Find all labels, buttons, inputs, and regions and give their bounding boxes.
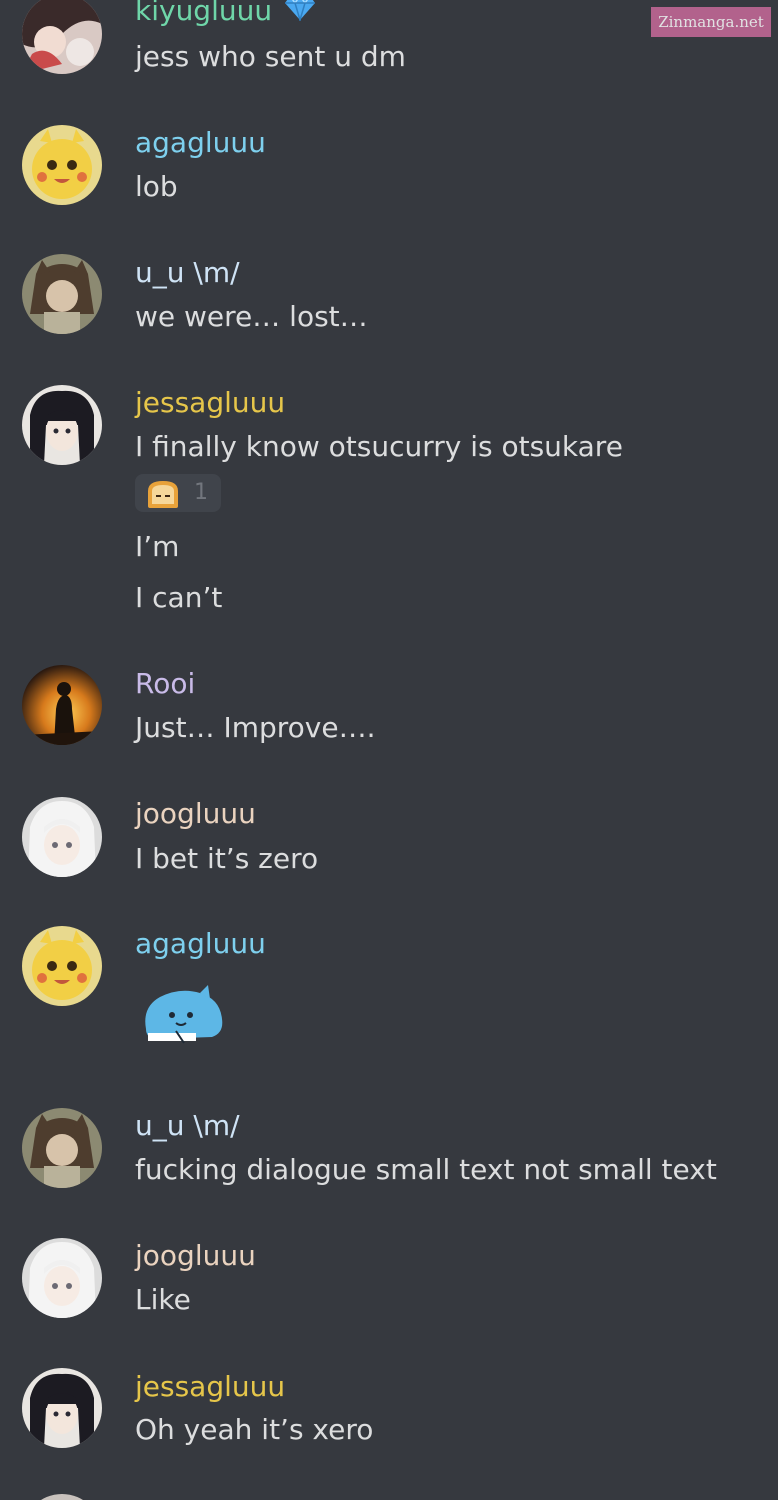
username[interactable]: u_u \m/ [135,1109,240,1143]
avatar[interactable] [22,1494,102,1500]
username[interactable]: jessagluuu [135,1370,285,1404]
avatar[interactable] [22,1238,102,1318]
avatar[interactable] [22,797,102,877]
reaction-count: 1 [194,480,208,505]
message-text: we were… lost… [135,300,368,333]
username[interactable]: Rooi [135,667,195,701]
watermark: Zinmanga.net [651,7,771,37]
username[interactable]: joogluuu [135,797,256,831]
avatar[interactable] [22,665,102,745]
avatar[interactable] [22,1368,102,1448]
blue-creature-sticker[interactable] [140,985,226,1051]
message-text: I can’t [135,581,223,614]
avatar[interactable] [22,254,102,334]
avatar[interactable] [22,0,102,74]
avatar[interactable] [22,926,102,1006]
username[interactable]: agagluuu [135,126,266,160]
avatar[interactable] [22,125,102,205]
avatar[interactable] [22,1108,102,1188]
reaction-button[interactable]: 1 [135,474,221,512]
message-text: Just… Improve…. [135,711,376,744]
avatar[interactable] [22,385,102,465]
message-text: I finally know otsucurry is otsukare [135,430,623,463]
message-text: fucking dialogue small text not small te… [135,1153,717,1186]
message-text: jess who sent u dm [135,40,406,73]
username[interactable]: kiyugluuu [135,0,316,29]
username[interactable]: agagluuu [135,927,266,961]
message-text: Like [135,1283,191,1316]
username[interactable]: joogluuu [135,1239,256,1273]
bread-emoji-icon [145,479,181,513]
message-text: Oh yeah it’s xero [135,1413,374,1446]
message-text: lob [135,170,178,203]
username[interactable]: u_u \m/ [135,256,240,290]
message-text: I’m [135,530,180,563]
username[interactable]: jessagluuu [135,386,285,420]
message-text: I bet it’s zero [135,842,319,875]
gem-icon [284,0,316,29]
